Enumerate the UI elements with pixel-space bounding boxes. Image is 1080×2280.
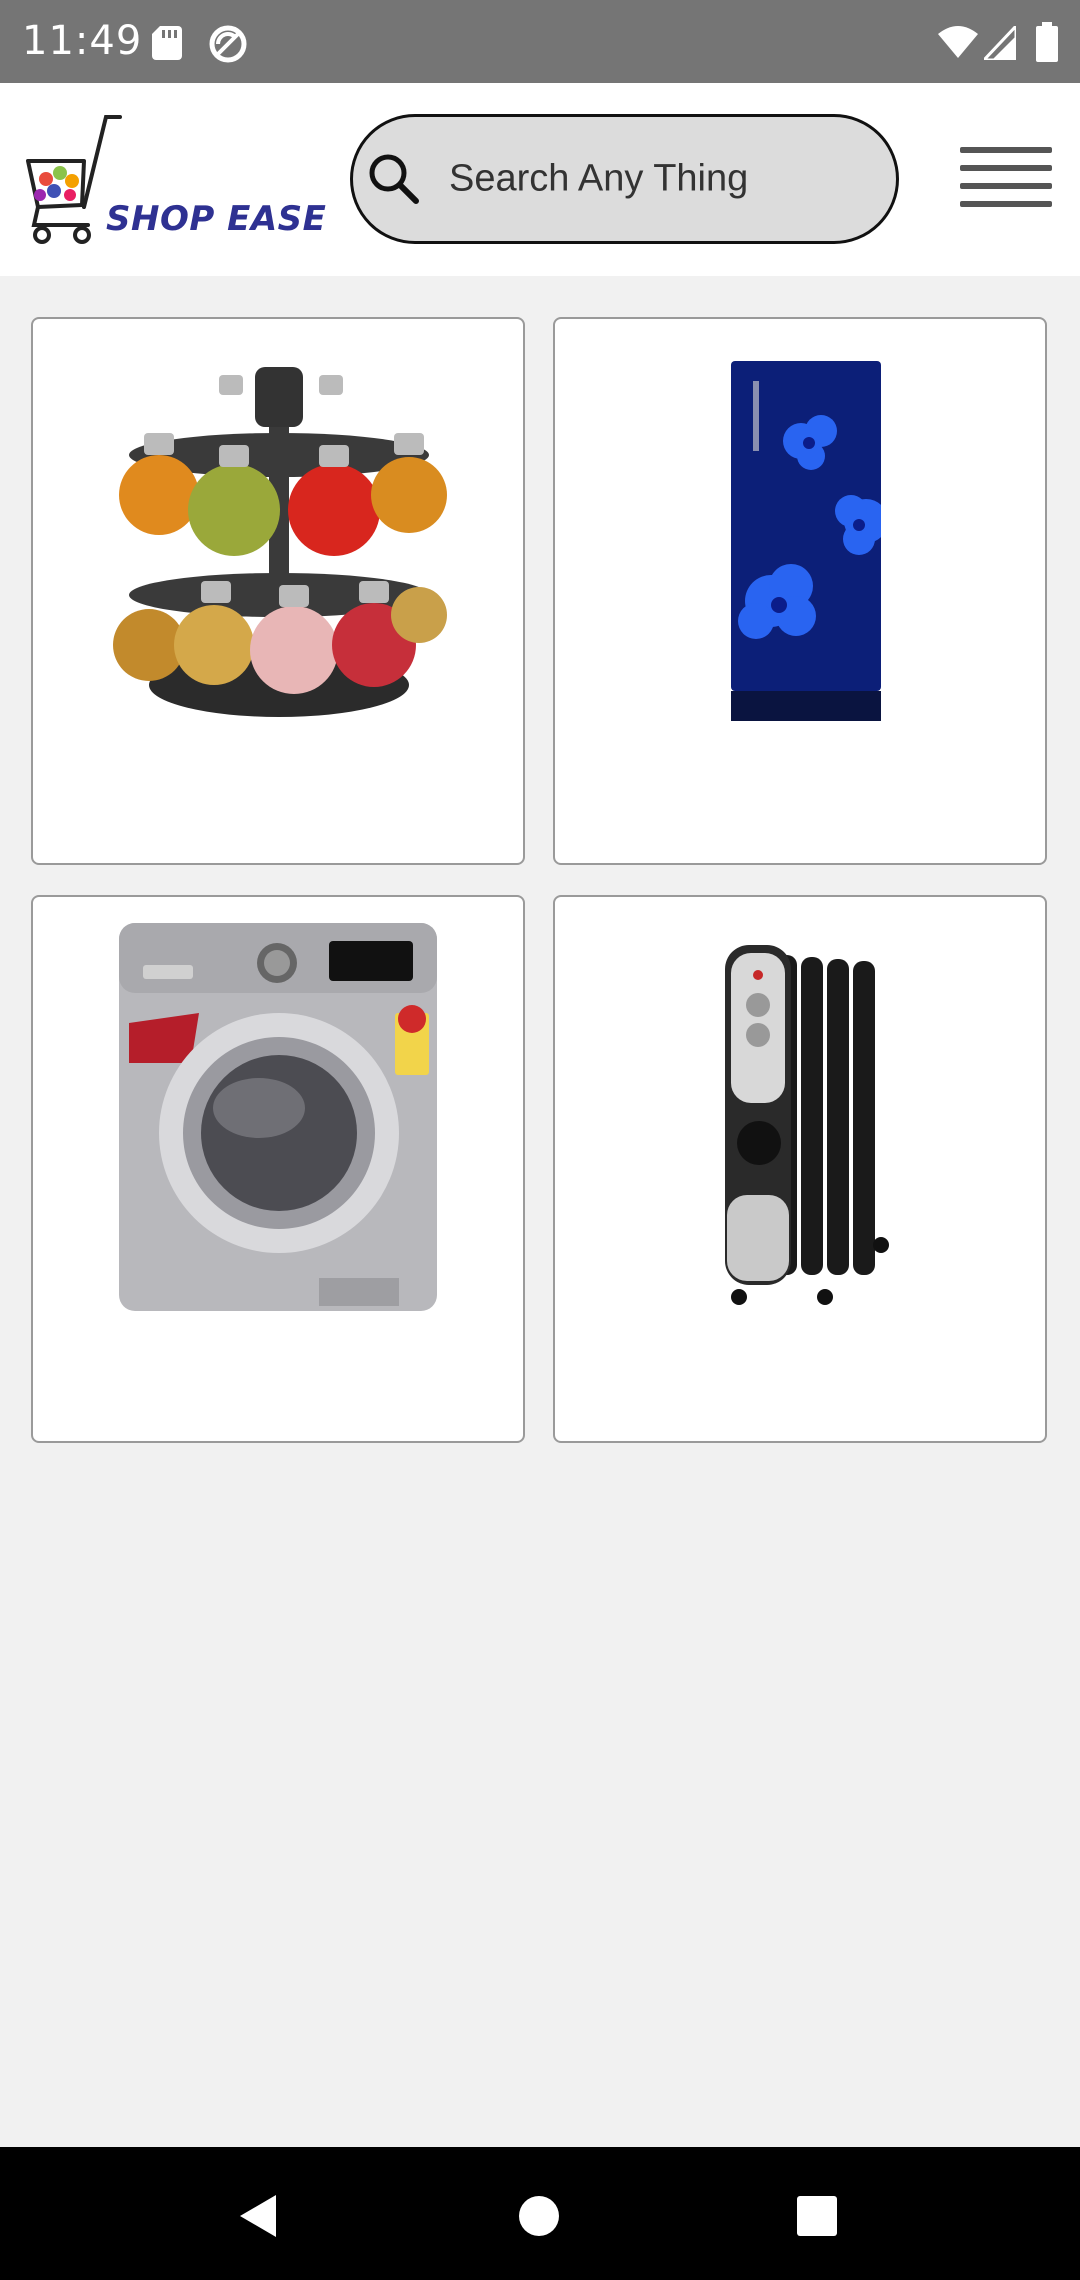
product-card-oil-radiator-heater[interactable] xyxy=(553,895,1047,1443)
shop-ease-logo[interactable]: SHOP EASE xyxy=(24,115,326,245)
search-icon xyxy=(369,154,419,204)
cellular-signal-icon xyxy=(984,26,1016,60)
search-bar[interactable]: Search Any Thing xyxy=(350,114,899,244)
battery-icon xyxy=(1036,22,1058,62)
product-card-refrigerator[interactable] xyxy=(553,317,1047,865)
menu-line xyxy=(960,201,1052,207)
sync-blocked-icon xyxy=(209,25,247,63)
refrigerator-image xyxy=(731,361,881,721)
status-time: 11:49 xyxy=(22,18,143,64)
status-bar: 11:49 xyxy=(0,0,1080,83)
recents-icon[interactable] xyxy=(796,2195,838,2237)
sd-card-icon xyxy=(152,26,182,60)
hamburger-menu-icon[interactable] xyxy=(958,145,1054,215)
washing-machine-image xyxy=(119,923,437,1311)
home-icon[interactable] xyxy=(518,2195,560,2237)
spice-rack-image xyxy=(113,367,447,717)
product-card-spice-rack[interactable] xyxy=(31,317,525,865)
oil-radiator-heater-image xyxy=(725,945,889,1305)
menu-line xyxy=(960,183,1052,189)
menu-line xyxy=(960,165,1052,171)
back-icon[interactable] xyxy=(234,2191,280,2241)
app-header: SHOP EASE Search Any Thing xyxy=(0,83,1080,276)
wifi-icon xyxy=(938,26,978,58)
menu-line xyxy=(960,147,1052,153)
product-card-washing-machine[interactable] xyxy=(31,895,525,1443)
system-navigation-bar xyxy=(0,2147,1080,2280)
brand-name: SHOP EASE xyxy=(106,199,327,239)
search-placeholder: Search Any Thing xyxy=(449,157,749,200)
